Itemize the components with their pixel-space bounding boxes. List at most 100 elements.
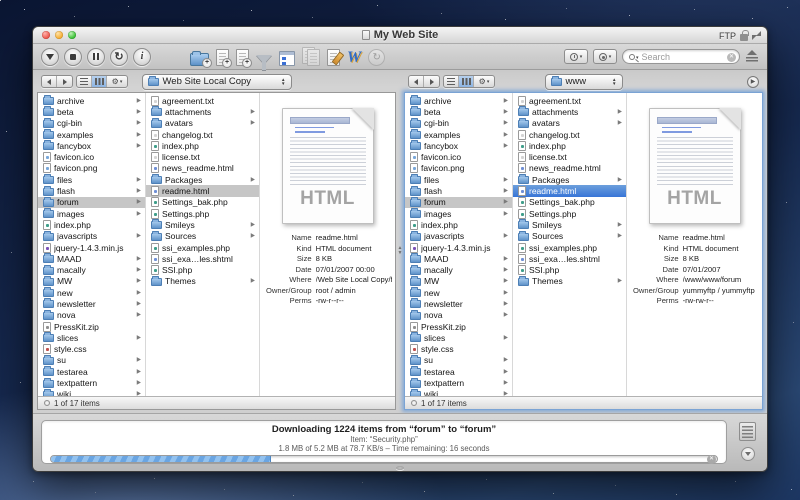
list-view-button[interactable] <box>77 76 92 87</box>
list-item[interactable]: Settings_bak.php <box>146 197 259 208</box>
history-dropdown[interactable]: ▾ <box>564 49 588 64</box>
list-item[interactable]: agreement.txt <box>513 95 626 106</box>
column-folders[interactable]: archive▶beta▶cgi-bin▶examples▶fancybox▶f… <box>405 93 513 396</box>
list-item[interactable]: index.php <box>38 219 145 230</box>
list-item[interactable]: attachments▶ <box>146 106 259 117</box>
list-item[interactable]: flash▶ <box>405 185 512 196</box>
fullscreen-icon[interactable] <box>752 31 761 40</box>
list-item[interactable]: forum▶ <box>405 197 512 208</box>
list-item[interactable]: files▶ <box>405 174 512 185</box>
download-button[interactable] <box>41 48 59 66</box>
list-item[interactable]: forum▶ <box>38 197 145 208</box>
list-item[interactable]: MW▶ <box>38 276 145 287</box>
list-item[interactable]: jquery-1.4.3.min.js <box>38 242 145 253</box>
list-item[interactable]: SSI.php <box>513 264 626 275</box>
list-item[interactable]: license.txt <box>513 151 626 162</box>
list-item[interactable]: macally▶ <box>405 264 512 275</box>
list-item[interactable]: SSI.php <box>146 264 259 275</box>
list-item[interactable]: jquery-1.4.3.min.js <box>405 242 512 253</box>
duplicate-file-button[interactable] <box>236 47 249 66</box>
list-item[interactable]: avatars▶ <box>146 118 259 129</box>
list-item[interactable]: cgi-bin▶ <box>38 118 145 129</box>
list-item[interactable]: testarea▶ <box>405 366 512 377</box>
list-item[interactable]: fancybox▶ <box>38 140 145 151</box>
list-item[interactable]: news_readme.html <box>146 163 259 174</box>
column-view-button[interactable] <box>92 76 107 87</box>
list-item[interactable]: newsletter▶ <box>405 298 512 309</box>
list-item[interactable]: news_readme.html <box>513 163 626 174</box>
list-item[interactable]: Packages▶ <box>146 174 259 185</box>
list-item[interactable]: nova▶ <box>405 310 512 321</box>
schedule-dropdown[interactable]: ▾ <box>593 49 617 64</box>
action-menu-button[interactable]: ⚙▾ <box>474 76 494 87</box>
path-popup-remote[interactable]: www ▲▼ <box>545 74 623 90</box>
list-item[interactable]: readme.html <box>513 185 626 196</box>
list-item[interactable]: changelog.txt <box>513 129 626 140</box>
action-menu-button[interactable]: ⚙▾ <box>107 76 127 87</box>
list-item[interactable]: agreement.txt <box>146 95 259 106</box>
list-item[interactable]: nova▶ <box>38 310 145 321</box>
list-item[interactable]: Settings.php <box>513 208 626 219</box>
list-item[interactable]: MAAD▶ <box>405 253 512 264</box>
list-item[interactable]: ssi_exa…les.shtml <box>513 253 626 264</box>
list-view-button[interactable] <box>444 76 459 87</box>
search-field[interactable]: ▾ ✕ <box>622 49 740 64</box>
list-item[interactable]: Sources▶ <box>513 231 626 242</box>
list-item[interactable]: license.txt <box>146 151 259 162</box>
list-item[interactable]: textpattern▶ <box>38 377 145 388</box>
list-item[interactable]: avatars▶ <box>513 118 626 129</box>
list-item[interactable]: su▶ <box>38 355 145 366</box>
pause-button[interactable] <box>87 48 105 66</box>
list-item[interactable]: favicon.png <box>38 163 145 174</box>
list-item[interactable]: testarea▶ <box>38 366 145 377</box>
toggle-queue-button[interactable] <box>741 447 755 461</box>
cancel-transfer-button[interactable]: ✕ <box>707 455 716 464</box>
list-item[interactable]: new▶ <box>405 287 512 298</box>
web-preview-button[interactable]: W <box>347 47 361 66</box>
clear-search-button[interactable]: ✕ <box>727 53 736 62</box>
list-item[interactable]: images▶ <box>405 208 512 219</box>
disconnect-eject-button[interactable] <box>745 50 759 64</box>
list-item[interactable]: favicon.png <box>405 163 512 174</box>
list-item[interactable]: wiki▶ <box>405 389 512 396</box>
compare-button[interactable] <box>302 47 320 66</box>
list-item[interactable]: Settings.php <box>146 208 259 219</box>
list-item[interactable]: Sources▶ <box>146 231 259 242</box>
list-item[interactable]: favicon.ico <box>38 151 145 162</box>
list-item[interactable]: Settings_bak.php <box>513 197 626 208</box>
sync-options-button[interactable] <box>279 47 295 66</box>
edit-button[interactable] <box>327 47 340 66</box>
list-item[interactable]: javascripts▶ <box>38 231 145 242</box>
back-button[interactable] <box>409 76 424 87</box>
list-item[interactable]: PressKit.zip <box>38 321 145 332</box>
pane-splitter-handle[interactable]: ▲▼ <box>398 246 403 256</box>
list-item[interactable]: index.php <box>146 140 259 151</box>
list-item[interactable]: archive▶ <box>38 95 145 106</box>
list-item[interactable]: flash▶ <box>38 185 145 196</box>
info-button[interactable]: i <box>133 48 151 66</box>
sync-button[interactable]: ↻ <box>368 47 385 66</box>
list-item[interactable]: Smileys▶ <box>513 219 626 230</box>
list-item[interactable]: examples▶ <box>38 129 145 140</box>
list-item[interactable]: attachments▶ <box>513 106 626 117</box>
list-item[interactable]: slices▶ <box>405 332 512 343</box>
column-folders[interactable]: archive▶beta▶cgi-bin▶examples▶fancybox▶f… <box>38 93 146 396</box>
column-files[interactable]: agreement.txtattachments▶avatars▶changel… <box>146 93 260 396</box>
list-item[interactable]: images▶ <box>38 208 145 219</box>
list-item[interactable]: cgi-bin▶ <box>405 118 512 129</box>
list-item[interactable]: MAAD▶ <box>38 253 145 264</box>
new-folder-button[interactable] <box>190 47 209 66</box>
list-item[interactable]: ssi_examples.php <box>513 242 626 253</box>
list-item[interactable]: Packages▶ <box>513 174 626 185</box>
list-item[interactable]: changelog.txt <box>146 129 259 140</box>
list-item[interactable]: index.php <box>513 140 626 151</box>
list-item[interactable]: index.php <box>405 219 512 230</box>
list-item[interactable]: ssi_exa…les.shtml <box>146 253 259 264</box>
refresh-button[interactable]: ↻ <box>110 48 128 66</box>
forward-button[interactable] <box>424 76 439 87</box>
list-item[interactable]: newsletter▶ <box>38 298 145 309</box>
list-item[interactable]: su▶ <box>405 355 512 366</box>
proxy-document-icon[interactable] <box>362 30 370 40</box>
list-item[interactable]: macally▶ <box>38 264 145 275</box>
window-resize-handle[interactable] <box>396 466 404 470</box>
